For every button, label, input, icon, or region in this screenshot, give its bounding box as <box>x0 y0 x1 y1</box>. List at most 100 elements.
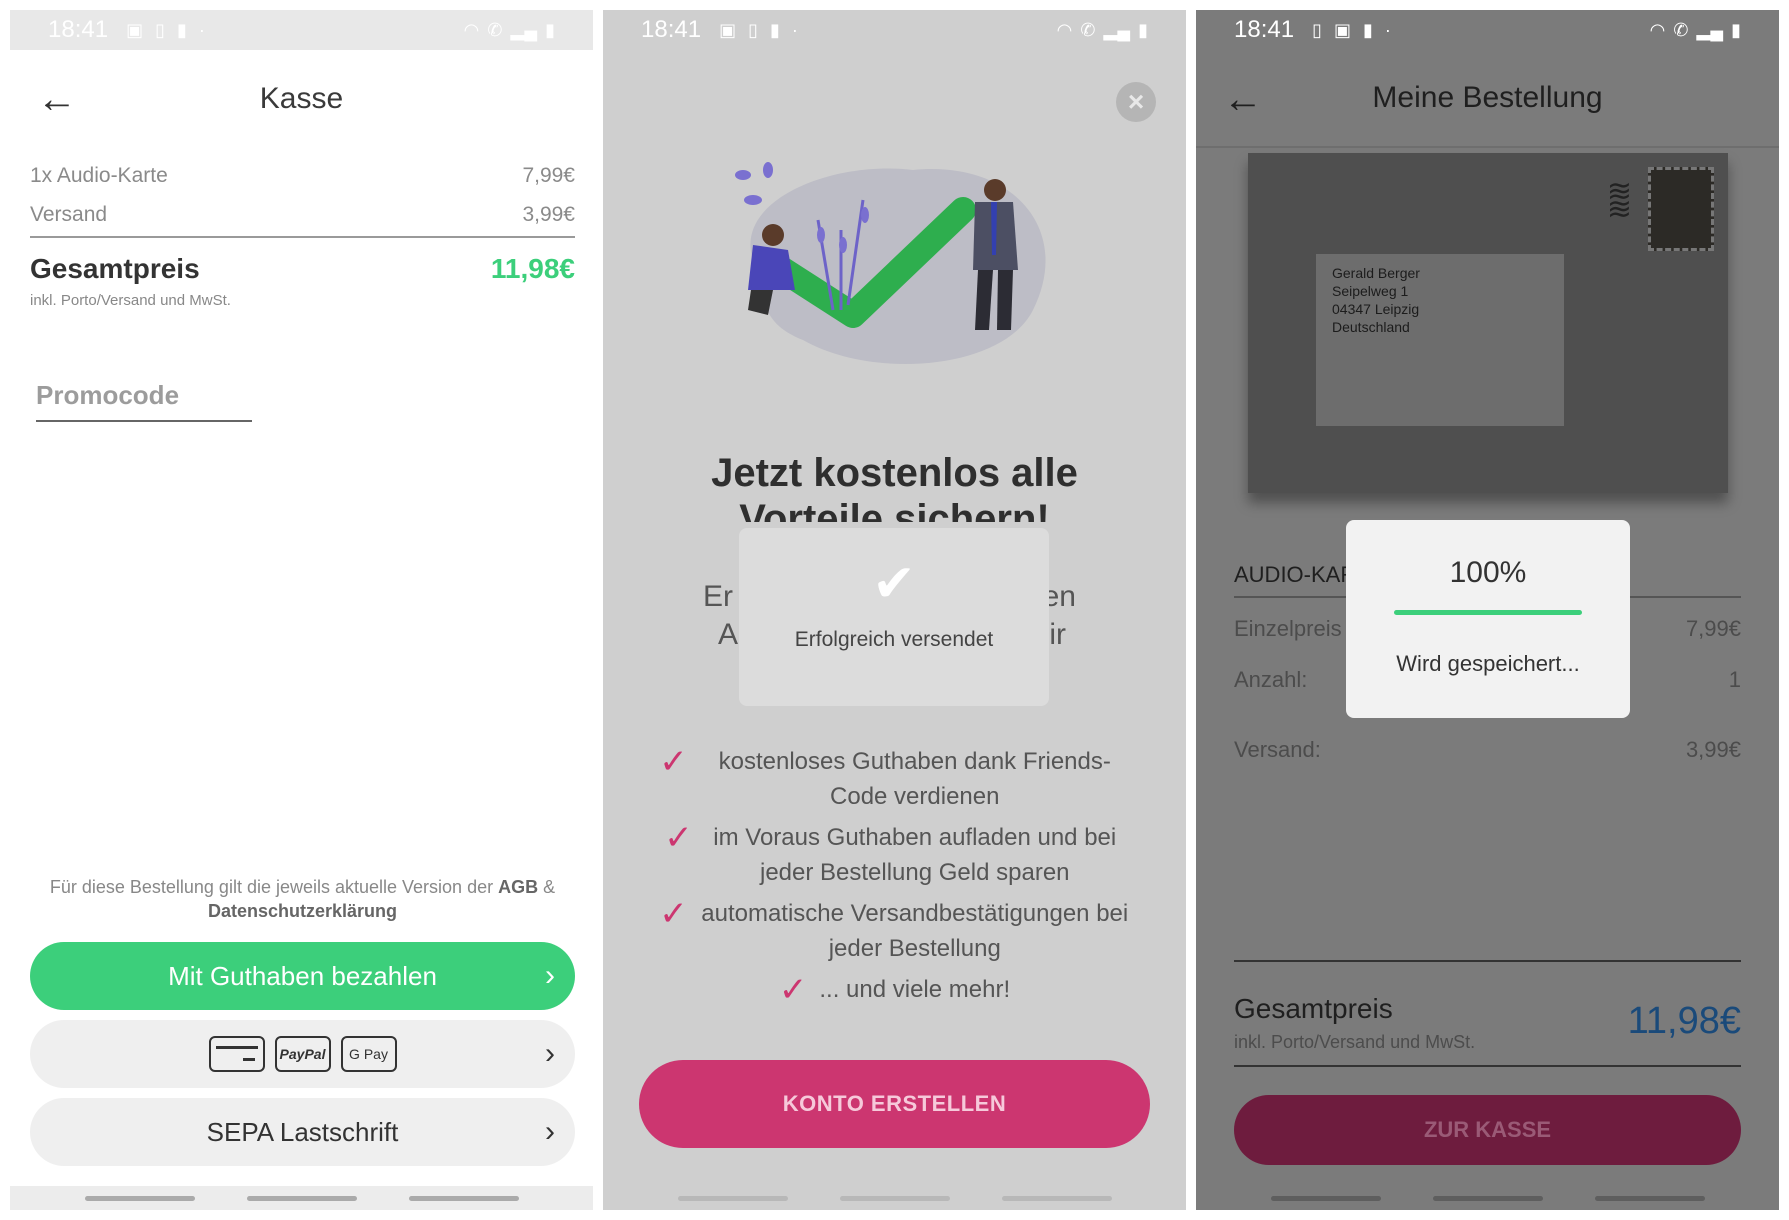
nav-handle <box>84 1195 195 1201</box>
my-order-screen: 18:41 ▯ ▣ ▮ · ◠ ✆ ▂▄ ▮ ← Meine Bestellun… <box>1196 10 1779 1210</box>
google-pay-logo: G Pay <box>340 1036 397 1072</box>
sepa-direct-debit-button[interactable]: SEPA Lastschrift › <box>30 1098 575 1166</box>
order-row-shipping: Versand: 3,99€ <box>1234 737 1741 763</box>
saving-progress-dialog: 100% Wird gespeichert... <box>1346 520 1630 718</box>
chart-icon: ▮ <box>769 19 780 40</box>
agb-link[interactable]: AGB <box>498 877 538 897</box>
status-bar: 18:41 ▣ ▯ ▮ · ◠ ✆ ▂▄ ▮ <box>10 10 593 50</box>
image-icon: ▣ <box>1333 19 1351 40</box>
envelope-preview: ≋ ≋ Gerald Berger Seipelweg 1 04347 Leipz… <box>1248 153 1728 493</box>
account-promo-screen: 18:41 ▣ ▯ ▮ · ◠ ✆ ▂▄ ▮ × Jetzt kostenlos… <box>603 10 1186 1210</box>
row-label: Einzelpreis <box>1234 616 1342 641</box>
total-label: Gesamtpreis <box>1234 993 1393 1024</box>
legal-ampersand: & <box>543 877 556 897</box>
pay-with-credit-button[interactable]: Mit Guthaben bezahlen › <box>30 942 575 1010</box>
close-icon[interactable]: × <box>1116 82 1156 122</box>
battery-icon: ▮ <box>1731 19 1741 40</box>
nav-handle <box>1001 1195 1112 1201</box>
image-icon: ▣ <box>719 19 737 40</box>
dot-icon: · <box>791 19 798 40</box>
privacy-link[interactable]: Datenschutzerklärung <box>208 901 397 921</box>
total-subtext: inkl. Porto/Versand und MwSt. <box>30 292 231 309</box>
progress-bar <box>1394 610 1582 615</box>
nav-handle <box>839 1195 950 1201</box>
dot-icon: · <box>198 19 205 40</box>
notification-icons: ▣ ▯ ▮ · <box>126 20 205 41</box>
notification-icons: ▣ ▯ ▮ · <box>719 20 798 41</box>
total-label: Gesamtpreis <box>30 253 200 284</box>
nav-handle <box>408 1195 519 1201</box>
call-icon: ✆ <box>1673 19 1689 40</box>
battery-icon: ▮ <box>1138 19 1148 40</box>
benefit-item: ✓ ... und viele mehr! <box>633 972 1156 1008</box>
speaker-icon: ▯ <box>155 19 165 40</box>
top-navbar: ← Kasse <box>10 50 593 148</box>
divider <box>1234 1065 1741 1067</box>
back-arrow-icon[interactable]: ← <box>1218 74 1268 124</box>
paypal-logo: PayPal <box>274 1036 331 1072</box>
chart-icon: ▮ <box>176 19 187 40</box>
postmark-icon: ≋ ≋ <box>1606 175 1632 226</box>
benefits-list: ✓ kostenloses Guthaben dank Friends-Code… <box>633 744 1156 1014</box>
nav-handle <box>1270 1195 1381 1201</box>
checkout-button[interactable]: ZUR KASSE <box>1234 1095 1741 1165</box>
credit-card-icon <box>208 1036 265 1072</box>
benefit-text: ... und viele mehr! <box>819 976 1011 1003</box>
line-item-audio-card: 1x Audio-Karte 7,99€ <box>30 164 575 188</box>
row-label: Versand: <box>1234 737 1321 762</box>
nav-handle <box>1594 1195 1705 1201</box>
status-bar: 18:41 ▣ ▯ ▮ · ◠ ✆ ▂▄ ▮ <box>603 10 1186 50</box>
progress-text: Wird gespeichert... <box>1396 651 1580 676</box>
legal-notice: Für diese Bestellung gilt die jeweils ak… <box>30 875 575 923</box>
back-arrow-icon[interactable]: ← <box>32 74 82 124</box>
row-value: 7,99€ <box>1685 616 1741 641</box>
nav-gesture-bar <box>603 1186 1186 1210</box>
promo-headline: Jetzt kostenlos alle Vorteile sichern! <box>711 451 1078 522</box>
success-illustration <box>735 162 1046 364</box>
benefit-text: automatische Versandbestätigungen bei je… <box>701 900 1129 962</box>
benefit-text: im Voraus Guthaben aufladen und bei jede… <box>713 824 1117 886</box>
system-icons: ◠ ✆ ▂▄ ▮ <box>464 20 555 41</box>
pay-with-card-paypal-gpay-button[interactable]: PayPal G Pay › <box>30 1020 575 1088</box>
create-account-button[interactable]: KONTO ERSTELLEN <box>639 1060 1150 1148</box>
section-title: AUDIO-KAR <box>1234 562 1357 587</box>
row-value: 1 <box>1728 667 1741 692</box>
call-icon: ✆ <box>487 19 503 40</box>
page-title: Kasse <box>259 82 344 115</box>
chevron-right-icon: › <box>545 1115 555 1148</box>
row-value: 3,99€ <box>1685 737 1741 762</box>
wifi-icon: ◠ <box>1056 19 1073 40</box>
total-value: 11,98€ <box>490 253 575 284</box>
address-line: 04347 Leipzig <box>1332 301 1420 317</box>
image-icon: ▣ <box>126 19 144 40</box>
recipient-address: Gerald Berger Seipelweg 1 04347 Leipzig … <box>1316 254 1564 426</box>
progress-fill <box>1394 610 1582 615</box>
benefit-text: kostenloses Guthaben dank Friends-Code v… <box>718 748 1111 810</box>
signal-icon: ▂▄ <box>1103 19 1131 40</box>
total-subtext: inkl. Porto/Versand und MwSt. <box>1234 1032 1476 1052</box>
nav-handle <box>246 1195 357 1201</box>
checkmark-icon: ✔ <box>872 555 916 613</box>
benefit-item: ✓ kostenloses Guthaben dank Friends-Code… <box>633 744 1156 814</box>
address-line: Gerald Berger <box>1332 265 1420 281</box>
status-bar: 18:41 ▯ ▣ ▮ · ◠ ✆ ▂▄ ▮ <box>1196 10 1779 50</box>
wifi-icon: ◠ <box>1649 19 1666 40</box>
dot-icon: · <box>1384 19 1391 40</box>
chart-icon: ▮ <box>1362 19 1373 40</box>
promocode-input[interactable]: Promocode <box>36 378 252 422</box>
divider <box>30 236 575 238</box>
speaker-icon: ▯ <box>748 19 758 40</box>
status-time: 18:41 <box>48 16 109 43</box>
system-icons: ◠ ✆ ▂▄ ▮ <box>1057 20 1148 41</box>
button-label: Mit Guthaben bezahlen <box>168 960 437 991</box>
call-icon: ✆ <box>1080 19 1096 40</box>
status-time: 18:41 <box>1234 16 1295 43</box>
line-item-label: 1x Audio-Karte <box>30 164 168 187</box>
signal-icon: ▂▄ <box>1696 19 1724 40</box>
postage-stamp-image <box>1648 167 1714 251</box>
legal-text: Für diese Bestellung gilt die jeweils ak… <box>49 877 494 897</box>
benefit-item: ✓ im Voraus Guthaben aufladen und bei je… <box>633 820 1156 890</box>
top-navbar: ← Meine Bestellung <box>1196 50 1779 148</box>
line-item-price: 7,99€ <box>522 164 575 187</box>
row-label: Anzahl: <box>1234 667 1308 692</box>
